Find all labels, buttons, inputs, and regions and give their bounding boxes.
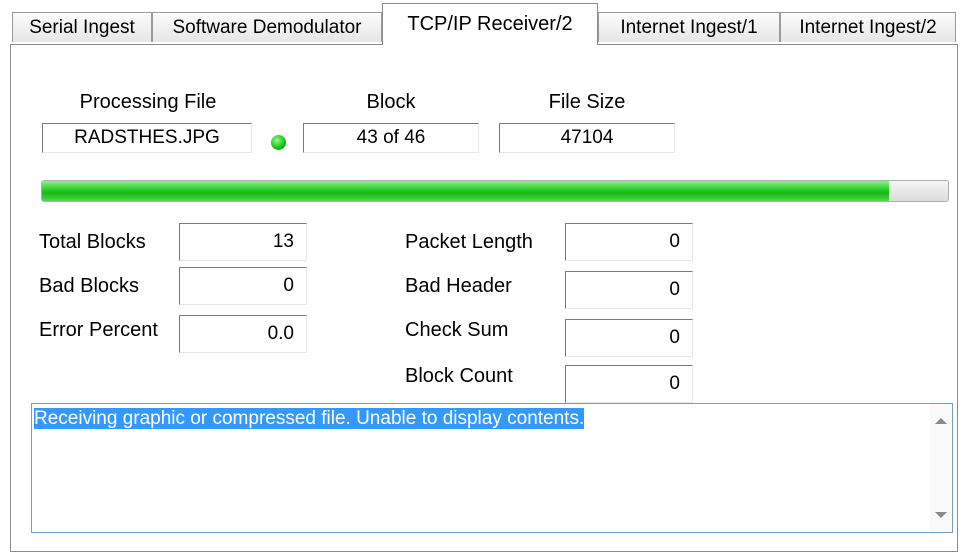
scroll-down-arrow-icon[interactable] — [935, 512, 947, 518]
block-field: 43 of 46 — [303, 123, 479, 153]
tab-internet-ingest-1[interactable]: Internet Ingest/1 — [598, 12, 780, 42]
status-led-icon — [271, 135, 286, 150]
message-text: Receiving graphic or compressed file. Un… — [34, 408, 585, 430]
bad-blocks-label: Bad Blocks — [39, 275, 140, 297]
bad-header-label: Bad Header — [405, 275, 512, 297]
block-label: Block — [366, 91, 416, 113]
tab-software-demodulator[interactable]: Software Demodulator — [152, 12, 382, 42]
tab-tcp-ip-receiver-2[interactable]: TCP/IP Receiver/2 — [382, 3, 598, 45]
packet-length-label: Packet Length — [405, 231, 533, 253]
progress-bar — [41, 180, 949, 202]
file-size-field: 47104 — [499, 123, 675, 153]
total-blocks-label: Total Blocks — [39, 231, 146, 253]
tab-serial-ingest[interactable]: Serial Ingest — [12, 12, 152, 42]
packet-length-field: 0 — [565, 223, 693, 261]
bad-blocks-field: 0 — [179, 267, 307, 305]
processing-file-label: Processing File — [79, 91, 217, 113]
check-sum-label: Check Sum — [405, 319, 509, 341]
vertical-scrollbar[interactable] — [930, 404, 952, 532]
processing-file-field: RADSTHES.JPG — [42, 123, 252, 153]
check-sum-field: 0 — [565, 319, 693, 357]
tab-panel: Processing File RADSTHES.JPG Block 43 of… — [10, 44, 958, 552]
error-percent-label: Error Percent — [39, 319, 158, 341]
tab-internet-ingest-2[interactable]: Internet Ingest/2 — [780, 12, 956, 42]
scroll-up-arrow-icon[interactable] — [935, 418, 947, 424]
progress-bar-fill — [42, 181, 890, 201]
message-textbox[interactable]: Receiving graphic or compressed file. Un… — [31, 403, 953, 533]
bad-header-field: 0 — [565, 271, 693, 309]
file-size-label: File Size — [548, 91, 626, 113]
total-blocks-field: 13 — [179, 223, 307, 261]
block-count-label: Block Count — [405, 365, 513, 387]
tab-strip: Serial Ingest Software Demodulator TCP/I… — [0, 0, 962, 46]
block-count-field: 0 — [565, 365, 693, 403]
message-text-selection: Receiving graphic or compressed file. Un… — [34, 408, 585, 429]
error-percent-field: 0.0 — [179, 315, 307, 353]
